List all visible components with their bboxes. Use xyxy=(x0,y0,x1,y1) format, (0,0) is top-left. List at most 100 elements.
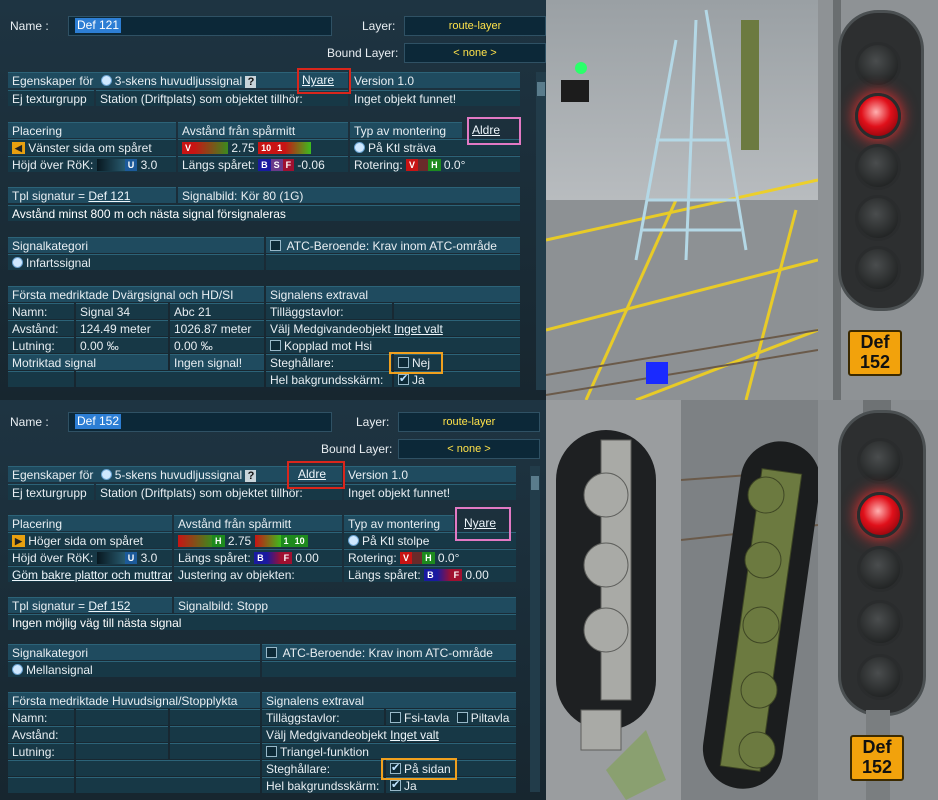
permission-object-link[interactable]: Inget valt xyxy=(394,322,443,336)
signal-message: Avstånd minst 800 m och nästa signal för… xyxy=(8,205,520,221)
step-bar[interactable] xyxy=(285,142,312,154)
full-background-checkbox[interactable] xyxy=(398,372,409,387)
hide-plates-row[interactable]: Göm bakre plattor och muttrar: xyxy=(8,566,172,582)
name-row-label: Namn: xyxy=(8,709,74,725)
coupled-hsi-checkbox[interactable] xyxy=(270,340,281,351)
tpl-link[interactable]: Def 121 xyxy=(88,189,130,203)
rot-v-button[interactable]: V xyxy=(400,552,413,564)
side-select[interactable]: ◀ Vänster sida om spåret xyxy=(8,139,176,155)
hide-plates-link[interactable]: Göm bakre plattor och muttrar: xyxy=(12,568,172,582)
height-value: 3.0 xyxy=(140,158,158,172)
bound-layer-label: Bound Layer: xyxy=(321,442,393,456)
height-bar[interactable] xyxy=(96,159,125,171)
pil-checkbox[interactable] xyxy=(456,712,468,723)
highlight-older xyxy=(287,461,345,489)
f-button[interactable]: F xyxy=(280,552,293,564)
along-track-control-2[interactable]: Längs spåret: B F 0.00 xyxy=(344,566,516,582)
height-bar[interactable] xyxy=(96,552,125,564)
scrollbar[interactable] xyxy=(536,72,546,390)
b-button[interactable]: B xyxy=(258,159,271,171)
rot-h-button[interactable]: H xyxy=(428,159,441,171)
atc-checkbox[interactable] xyxy=(266,647,277,658)
empty-cell xyxy=(170,726,260,742)
along-track-control[interactable]: Längs spåret: BSF -0.06 xyxy=(178,156,348,172)
plate-line-1: Def xyxy=(862,737,892,757)
rotation-label: Rotering: xyxy=(348,551,397,565)
name-input[interactable]: Def 121 xyxy=(68,16,332,36)
along-track-label-2: Längs spåret: xyxy=(348,568,421,582)
b-button[interactable]: B xyxy=(254,552,267,564)
distance-control[interactable]: V 2.75 10 1 xyxy=(178,139,348,155)
empty-cell xyxy=(262,661,516,677)
first-signal-header: Första medriktade Dvärgsignal och HD/SI xyxy=(8,286,264,302)
tpl-link[interactable]: Def 152 xyxy=(88,599,130,613)
scene-view-gantry xyxy=(546,0,818,400)
coupled-hsi-row[interactable]: Kopplad mot Hsi xyxy=(266,337,520,353)
fsi-checkbox[interactable] xyxy=(390,712,401,723)
h-button[interactable]: H xyxy=(212,535,225,547)
gray-signal-model xyxy=(556,430,666,800)
rotation-control[interactable]: Rotering: VH 0.0° xyxy=(350,156,520,172)
height-control[interactable]: Höjd över RöK: U 3.0 xyxy=(8,156,176,172)
f-button[interactable]: F xyxy=(282,159,295,171)
rot-v-button[interactable]: V xyxy=(406,159,419,171)
layer-select[interactable]: route-layer xyxy=(398,412,540,432)
rot-h-button[interactable]: H xyxy=(422,552,435,564)
rotation-value: 0.0° xyxy=(443,158,466,172)
supplementary-boards-row[interactable]: Fsi-tavla Piltavla xyxy=(386,709,516,725)
one-button[interactable]: 1 xyxy=(274,142,286,154)
along-track-value: -0.06 xyxy=(297,158,325,172)
mount-header: Typ av montering xyxy=(350,122,462,138)
ten-button[interactable]: 10 xyxy=(258,142,275,154)
along-track-value: 0.00 xyxy=(295,551,319,565)
signal-type: 3-skens huvudljussignal xyxy=(114,74,243,88)
scrollbar[interactable] xyxy=(530,466,540,792)
category-value[interactable]: Mellansignal xyxy=(8,661,260,677)
help-icon[interactable]: ? xyxy=(245,470,257,482)
name-input[interactable]: Def 152 xyxy=(68,412,332,432)
distance-control[interactable]: H 2.75 1 10 xyxy=(174,532,342,548)
atc-label: ATC-Beroende: xyxy=(282,646,366,660)
second-signal-name: Abc 21 xyxy=(170,303,264,319)
u-button[interactable]: U xyxy=(124,552,138,564)
height-control[interactable]: Höjd över RöK: U 3.0 xyxy=(8,549,172,565)
b2-button[interactable]: B xyxy=(424,569,437,581)
empty-cell xyxy=(76,726,168,742)
opposing-signal-label: Motriktad signal xyxy=(8,354,168,370)
lamp-1 xyxy=(857,438,903,484)
distance-bar[interactable] xyxy=(178,535,212,547)
rotation-control[interactable]: Rotering: VH 0.0° xyxy=(344,549,516,565)
atc-checkbox[interactable] xyxy=(270,240,281,251)
name-value: Def 152 xyxy=(75,414,122,429)
ten-button[interactable]: 10 xyxy=(291,535,308,547)
atc-row[interactable]: ATC-Beroende: Krav inom ATC-område xyxy=(262,644,516,660)
full-background-checkbox[interactable] xyxy=(390,778,401,793)
step-bar[interactable] xyxy=(254,535,281,547)
triangle-checkbox[interactable] xyxy=(266,746,277,757)
permission-object-link[interactable]: Inget valt xyxy=(390,728,439,742)
distance-bar[interactable] xyxy=(194,142,229,154)
atc-label: ATC-Beroende: xyxy=(286,239,370,253)
one-button[interactable]: 1 xyxy=(280,535,292,547)
ladder-label: Steghållare: xyxy=(266,354,392,370)
bound-layer-select[interactable]: < none > xyxy=(398,439,540,459)
along-track-control[interactable]: Längs spåret: B F 0.00 xyxy=(174,549,342,565)
side-select[interactable]: ▶ Höger sida om spåret xyxy=(8,532,172,548)
signal-type: 5-skens huvudljussignal xyxy=(114,468,243,482)
version: Version 1.0 xyxy=(344,466,516,482)
coupled-hsi-label: Kopplad mot Hsi xyxy=(284,339,373,353)
v-button[interactable]: V xyxy=(182,142,195,154)
bound-layer-select[interactable]: < none > xyxy=(404,43,546,63)
category-value[interactable]: Infartssignal xyxy=(8,254,264,270)
s-button[interactable]: S xyxy=(270,159,283,171)
empty-cell xyxy=(170,743,260,759)
f2-button[interactable]: F xyxy=(450,569,463,581)
texture-group: Ej texturgrupp xyxy=(8,90,94,106)
triangle-row[interactable]: Triangel-funktion xyxy=(262,743,516,759)
empty-cell xyxy=(76,743,168,759)
u-button[interactable]: U xyxy=(124,159,138,171)
atc-row[interactable]: ATC-Beroende: Krav inom ATC-område xyxy=(266,237,520,253)
help-icon[interactable]: ? xyxy=(245,76,257,88)
layer-select[interactable]: route-layer xyxy=(404,16,546,36)
tpl-signature: Tpl signatur = Def 121 xyxy=(8,187,176,203)
